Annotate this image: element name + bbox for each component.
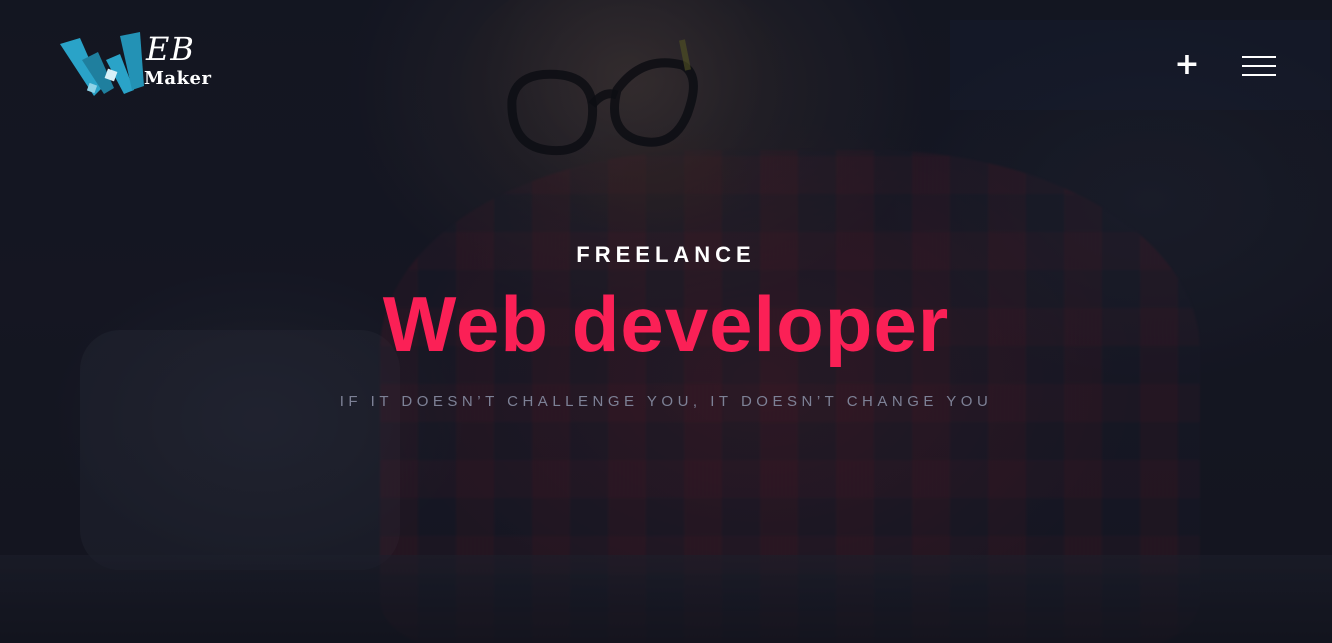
hero-section: EB Maker + FREELANCE Web developer IF IT… xyxy=(0,0,1332,643)
hero-content: FREELANCE Web developer IF IT DOESN’T CH… xyxy=(0,0,1332,643)
hero-headline: Web developer xyxy=(382,280,950,368)
hero-tagline: IF IT DOESN’T CHALLENGE YOU, IT DOESN’T … xyxy=(339,393,993,410)
hero-kicker: FREELANCE xyxy=(576,242,756,267)
